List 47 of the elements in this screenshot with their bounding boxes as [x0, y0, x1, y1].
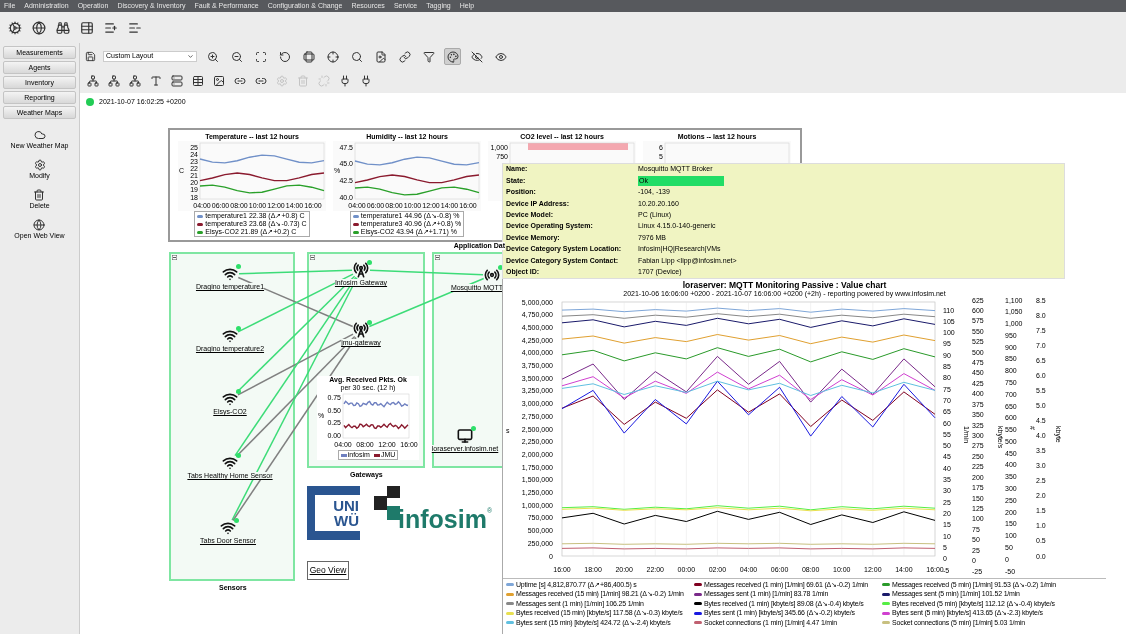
logo-text: WÜ: [334, 513, 359, 528]
fit-view-icon: [254, 50, 267, 63]
cloud-icon[interactable]: [33, 129, 46, 141]
gear-icon[interactable]: [33, 159, 46, 171]
wifi-icon[interactable]: [222, 455, 238, 471]
wifi-icon[interactable]: [220, 520, 236, 536]
binoculars-icon[interactable]: [56, 20, 70, 35]
tool-button[interactable]: [324, 48, 341, 65]
caret-icon: [187, 53, 194, 60]
tool-button[interactable]: [396, 48, 413, 65]
wifi-icon[interactable]: [222, 266, 238, 282]
hide-icon: [470, 50, 483, 63]
trash-icon: [296, 74, 309, 87]
squares-logo-icon: [374, 486, 400, 520]
save-icon[interactable]: [85, 51, 96, 62]
link-icon: [398, 50, 411, 63]
trash-icon[interactable]: [33, 189, 46, 201]
globe-icon[interactable]: [33, 219, 46, 231]
filter-icon: [422, 50, 435, 63]
gear-icon: [275, 74, 288, 87]
computer-icon[interactable]: [457, 428, 473, 444]
radio-icon[interactable]: [484, 267, 500, 283]
radio-tower-icon[interactable]: [353, 322, 369, 338]
unlink-icon: [317, 74, 330, 87]
geo-view-button[interactable]: Geo View: [307, 561, 349, 580]
radio-tower-icon[interactable]: [353, 262, 369, 278]
search-icon: [350, 50, 363, 63]
collapse-icon[interactable]: [435, 255, 440, 260]
wifi-icon[interactable]: [222, 328, 238, 344]
eye-icon: [494, 50, 507, 63]
tool-button[interactable]: [169, 73, 184, 88]
wifi-icon[interactable]: [222, 391, 238, 407]
globe-icon[interactable]: [32, 20, 46, 35]
rotate-icon: [278, 50, 291, 63]
tool-button[interactable]: [444, 48, 461, 65]
server-add-icon: [170, 74, 183, 87]
document-icon: [374, 50, 387, 63]
logo-text: infosim: [398, 506, 487, 532]
zoom-out-icon: [230, 50, 243, 63]
logo-text: UNI: [333, 498, 359, 513]
gear-icon[interactable]: [8, 20, 22, 35]
collapse-icon[interactable]: [172, 255, 177, 260]
zoom-in-icon: [206, 50, 219, 63]
collapse-icon[interactable]: [310, 255, 315, 260]
palette-icon: [446, 50, 459, 63]
crosshair-icon: [326, 50, 339, 63]
chart-title: loraserver: MQTT Monitoring Passive : Value chart: [681, 279, 888, 290]
